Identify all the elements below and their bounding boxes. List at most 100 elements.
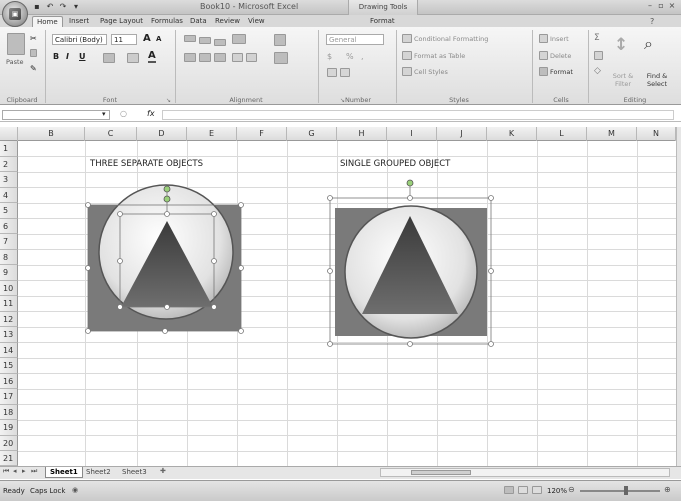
currency-button[interactable]: $ — [327, 52, 332, 61]
rotation-handle[interactable] — [163, 195, 171, 203]
delete-cells-icon[interactable] — [539, 51, 548, 60]
row-header[interactable]: 15 — [0, 358, 18, 374]
row-header[interactable]: 9 — [0, 265, 18, 281]
row-header[interactable]: 6 — [0, 218, 18, 234]
resize-handle[interactable] — [117, 211, 123, 217]
format-as-table-button[interactable]: Format as Table — [414, 52, 465, 60]
insert-cells-button[interactable]: Insert — [550, 35, 569, 43]
italic-button[interactable]: I — [66, 52, 69, 61]
column-header[interactable]: I — [387, 127, 437, 141]
align-middle-icon[interactable] — [199, 37, 211, 44]
sheet-nav-last-icon[interactable]: ⏭ — [31, 467, 37, 476]
decrease-decimal-icon[interactable] — [340, 68, 350, 77]
row-header[interactable]: 3 — [0, 172, 18, 188]
qat-customize-icon[interactable]: ▾ — [71, 2, 81, 12]
row-header[interactable]: 19 — [0, 420, 18, 436]
shrink-font-button[interactable]: A — [156, 35, 161, 43]
column-header[interactable]: E — [187, 127, 237, 141]
close-icon[interactable]: × — [667, 1, 677, 11]
resize-handle[interactable] — [488, 195, 494, 201]
align-top-icon[interactable] — [184, 35, 196, 42]
sheet-nav-first-icon[interactable]: ⏮ — [3, 467, 9, 476]
sheet-tab-sheet1[interactable]: Sheet1 — [45, 467, 83, 478]
resize-handle[interactable] — [85, 265, 91, 271]
row-header[interactable]: 10 — [0, 280, 18, 296]
row-header[interactable]: 20 — [0, 435, 18, 451]
row-header[interactable]: 1 — [0, 141, 18, 157]
delete-cells-button[interactable]: Delete — [550, 52, 571, 60]
redo-icon[interactable]: ↷ — [58, 2, 68, 12]
cell-h2-text[interactable]: SINGLE GROUPED OBJECT — [340, 159, 450, 169]
clear-icon[interactable]: ◇ — [594, 66, 601, 76]
format-painter-icon[interactable]: ✎ — [30, 64, 37, 73]
underline-button[interactable]: U — [79, 52, 86, 61]
vertical-scrollbar[interactable] — [676, 127, 681, 466]
row-header[interactable]: 21 — [0, 451, 18, 466]
resize-handle[interactable] — [407, 195, 413, 201]
resize-handle[interactable] — [211, 304, 217, 310]
horizontal-scrollbar[interactable] — [380, 468, 670, 477]
column-header[interactable]: K — [487, 127, 537, 141]
column-header[interactable]: J — [437, 127, 487, 141]
cut-icon[interactable]: ✂ — [30, 34, 37, 43]
rotation-handle[interactable] — [163, 185, 171, 193]
format-cells-button[interactable]: Format — [550, 68, 573, 76]
minimize-icon[interactable]: – — [645, 1, 655, 11]
increase-decimal-icon[interactable] — [327, 68, 337, 77]
merge-center-icon[interactable] — [274, 52, 288, 64]
resize-handle[interactable] — [327, 341, 333, 347]
column-header[interactable]: C — [85, 127, 137, 141]
tab-view[interactable]: View — [244, 16, 269, 27]
tab-home[interactable]: Home — [32, 16, 63, 27]
column-header[interactable]: L — [537, 127, 587, 141]
percent-button[interactable]: % — [346, 52, 354, 61]
borders-icon[interactable] — [103, 53, 115, 63]
zoom-slider[interactable] — [580, 490, 660, 492]
column-header[interactable]: G — [287, 127, 337, 141]
sort-filter-icon[interactable]: ↕ — [614, 35, 628, 55]
grow-font-button[interactable]: A — [143, 33, 151, 44]
tab-page-layout[interactable]: Page Layout — [96, 16, 147, 27]
paste-button-label[interactable]: Paste — [6, 58, 24, 66]
cancel-formula-icon[interactable]: ○ — [120, 109, 127, 118]
resize-handle[interactable] — [238, 202, 244, 208]
row-header[interactable]: 18 — [0, 404, 18, 420]
bold-button[interactable]: B — [53, 52, 59, 61]
page-layout-view-icon[interactable] — [518, 486, 528, 494]
name-box-dropdown-icon[interactable]: ▾ — [102, 110, 106, 118]
cell-c2-text[interactable]: THREE SEPARATE OBJECTS — [90, 159, 203, 169]
font-dialog-launcher-icon[interactable]: ↘ — [166, 97, 171, 104]
resize-handle[interactable] — [407, 341, 413, 347]
row-header[interactable]: 7 — [0, 234, 18, 250]
resize-handle[interactable] — [211, 211, 217, 217]
restore-icon[interactable]: ▫ — [656, 1, 666, 11]
row-header[interactable]: 16 — [0, 373, 18, 389]
resize-handle[interactable] — [238, 328, 244, 334]
formula-input[interactable] — [162, 110, 674, 120]
save-icon[interactable]: ▪ — [32, 2, 42, 12]
resize-handle[interactable] — [238, 265, 244, 271]
number-format-combo[interactable]: General — [326, 34, 384, 45]
column-header[interactable]: B — [18, 127, 85, 141]
zoom-in-icon[interactable]: ⊕ — [664, 485, 671, 494]
zoom-slider-thumb[interactable] — [624, 486, 628, 495]
macro-record-icon[interactable]: ◉ — [72, 486, 78, 494]
row-header[interactable]: 17 — [0, 389, 18, 405]
row-header[interactable]: 13 — [0, 327, 18, 343]
sheet-nav-prev-icon[interactable]: ◂ — [13, 467, 17, 475]
wrap-text-icon[interactable] — [274, 34, 286, 46]
resize-handle[interactable] — [117, 304, 123, 310]
resize-handle[interactable] — [164, 304, 170, 310]
resize-handle[interactable] — [211, 258, 217, 264]
format-cells-icon[interactable] — [539, 67, 548, 76]
insert-cells-icon[interactable] — [539, 34, 548, 43]
resize-handle[interactable] — [327, 195, 333, 201]
column-header[interactable]: D — [137, 127, 187, 141]
find-select-button[interactable]: Find & Select — [640, 72, 674, 88]
undo-icon[interactable]: ↶ — [45, 2, 55, 12]
column-header[interactable]: M — [587, 127, 637, 141]
normal-view-icon[interactable] — [504, 486, 514, 494]
resize-handle[interactable] — [327, 268, 333, 274]
help-icon[interactable]: ? — [650, 17, 654, 26]
copy-icon[interactable] — [30, 49, 37, 57]
